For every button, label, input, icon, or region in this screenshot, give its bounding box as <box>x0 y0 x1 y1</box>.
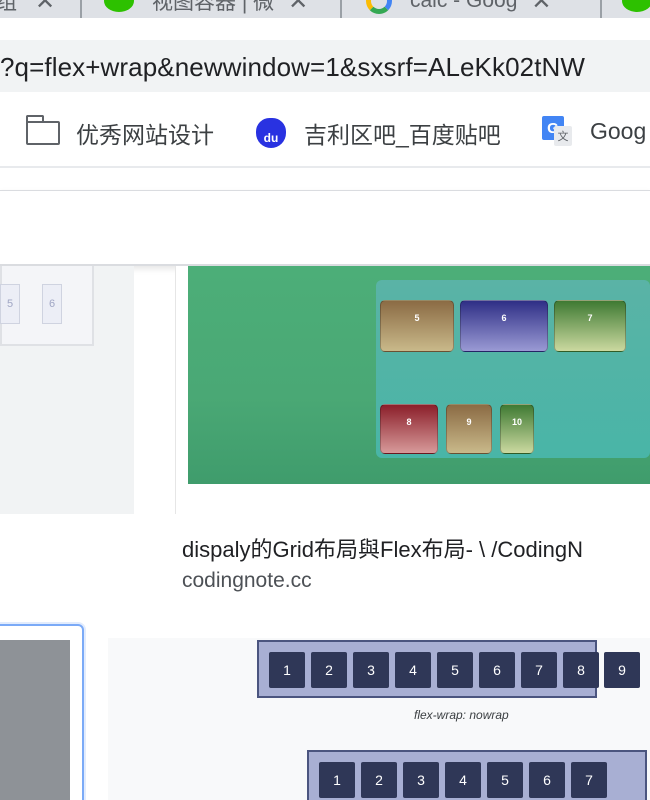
flex-item: 4 <box>395 652 431 688</box>
result-title-link[interactable]: dispaly的Grid布局與Flex布局- \ /CodingN <box>182 532 583 564</box>
bookmark-label: 吉利区吧_百度贴吧 <box>304 122 501 148</box>
flex-item: 2 <box>311 652 347 688</box>
grid-panel: 5 6 7 8 9 10 <box>376 280 650 458</box>
tab-separator <box>80 0 82 18</box>
flex-item: 5 <box>487 762 523 798</box>
flex-container-wrap: 1 2 3 4 5 6 7 <box>307 750 647 800</box>
image-result-card[interactable]: 1 2 3 4 5 6 7 8 9 flex-wrap: nowrap 1 2 … <box>108 638 650 800</box>
bookmark-google-translate[interactable]: G 文 Goog <box>542 116 646 146</box>
search-header-band <box>0 190 650 266</box>
bookmark-label: 优秀网站设计 <box>76 122 214 148</box>
flex-item: 3 <box>403 762 439 798</box>
bookmarks-bar: 优秀网站设计 du 吉利区吧_百度贴吧 G 文 Goog <box>0 98 650 168</box>
baidu-icon: du <box>256 118 286 148</box>
image-result-card[interactable]: 5 6 <box>0 266 134 514</box>
wechat-icon <box>104 0 134 12</box>
tab-3[interactable]: calc - Goog ✕ <box>366 0 552 18</box>
image-thumbnail[interactable]: 5 6 7 8 9 10 <box>188 266 650 484</box>
flex-item: 1 <box>319 762 355 798</box>
flex-item: 8 <box>563 652 599 688</box>
grid-box: 6 <box>460 300 548 352</box>
thumb-box: 6 <box>42 284 62 324</box>
tab-2-title: 视图容器 | 微 <box>152 0 275 14</box>
flex-item: 6 <box>479 652 515 688</box>
tab-1[interactable]: 组 ✕ <box>0 0 55 18</box>
grid-box: 10 <box>500 404 534 454</box>
grid-box: 7 <box>554 300 626 352</box>
bookmark-label: Goog <box>590 117 647 144</box>
tab-1-title: 组 <box>0 0 17 14</box>
flex-item-overflow: 9 <box>604 652 640 688</box>
tab-2[interactable]: 视图容器 | 微 ✕ <box>104 0 308 18</box>
flex-item: 5 <box>437 652 473 688</box>
bookmark-folder-design[interactable]: 优秀网站设计 <box>25 115 214 150</box>
wechat-icon <box>622 0 650 12</box>
grid-box: 9 <box>446 404 492 454</box>
tab-separator <box>340 0 342 18</box>
tab-separator <box>600 0 602 18</box>
address-bar[interactable]: ?q=flex+wrap&newwindow=1&sxsrf=ALeKk02tN… <box>0 40 650 92</box>
flex-item: 7 <box>521 652 557 688</box>
tab-strip: 组 ✕ 视图容器 | 微 ✕ calc - Goog ✕ <box>0 0 650 18</box>
close-icon[interactable]: ✕ <box>531 0 551 16</box>
flex-item: 3 <box>353 652 389 688</box>
close-icon[interactable]: ✕ <box>35 0 55 16</box>
flex-item: 6 <box>529 762 565 798</box>
url-text[interactable]: ?q=flex+wrap&newwindow=1&sxsrf=ALeKk02tN… <box>0 52 585 83</box>
bookmark-baidu-tieba[interactable]: du 吉利区吧_百度贴吧 <box>256 116 501 150</box>
image-thumbnail <box>0 640 70 800</box>
tab-4[interactable] <box>622 0 650 18</box>
flex-caption: flex-wrap: nowrap <box>414 708 509 722</box>
grid-box: 8 <box>380 404 438 454</box>
image-result-card-selected[interactable] <box>0 624 84 800</box>
result-site[interactable]: codingnote.cc <box>182 569 312 593</box>
folder-icon <box>25 115 60 145</box>
grid-box: 5 <box>380 300 454 352</box>
browser-toolbar: ?q=flex+wrap&newwindow=1&sxsrf=ALeKk02tN… <box>0 18 650 98</box>
flex-item: 2 <box>361 762 397 798</box>
google-icon <box>366 0 392 14</box>
flex-container-nowrap: 1 2 3 4 5 6 7 8 <box>257 640 599 698</box>
flex-item: 1 <box>269 652 305 688</box>
image-thumbnail: 5 6 <box>0 266 94 346</box>
close-icon[interactable]: ✕ <box>288 0 308 16</box>
google-translate-icon: G 文 <box>542 116 572 146</box>
flex-item: 4 <box>445 762 481 798</box>
tab-3-title: calc - Goog <box>410 0 518 12</box>
flex-item: 7 <box>571 762 607 798</box>
thumb-box: 5 <box>0 284 20 324</box>
